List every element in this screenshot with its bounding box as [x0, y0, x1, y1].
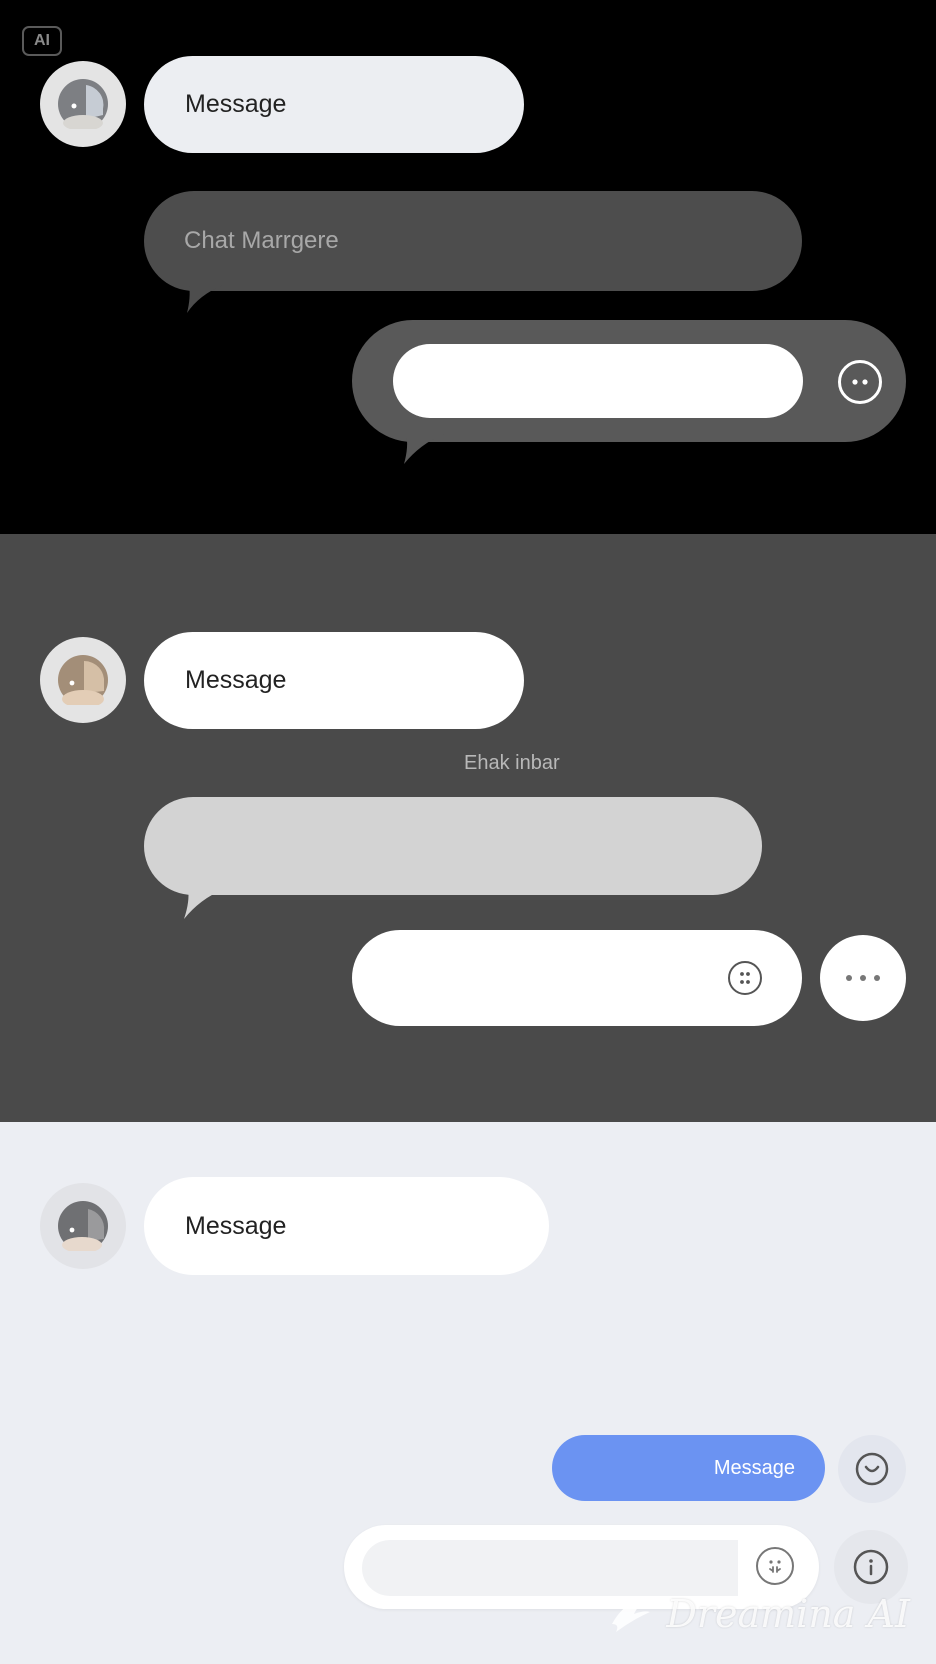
- chat-bubble-text: Chat Marrgere: [184, 227, 339, 254]
- chat-bubble: Chat Marrgere: [144, 191, 802, 291]
- message-input[interactable]: [380, 942, 710, 1014]
- smile-icon: [855, 1452, 889, 1486]
- incoming-bubble: [144, 797, 762, 895]
- message-input[interactable]: [393, 344, 803, 418]
- avatar[interactable]: [40, 637, 126, 723]
- avatar-icon: [58, 655, 108, 705]
- chat-bubble-tail: [187, 285, 223, 313]
- message-label: Message: [185, 90, 287, 118]
- keypad-icon: [740, 972, 750, 984]
- emoji-button[interactable]: [756, 1547, 794, 1585]
- caption-text: Ehak inbar: [464, 752, 560, 774]
- incoming-bubble-tail: [184, 889, 224, 919]
- watermark-logo-icon: [612, 1596, 655, 1632]
- dark-theme-panel: AI Message Chat Marrgere: [0, 0, 936, 534]
- more-options-button[interactable]: [820, 935, 906, 1021]
- light-theme-panel: Message Message Dreamina AI: [0, 1122, 936, 1664]
- emoji-icon: [852, 379, 868, 385]
- ai-badge: AI: [22, 26, 62, 56]
- message-button[interactable]: Message: [144, 56, 524, 153]
- message-input[interactable]: [362, 1540, 738, 1596]
- info-icon: [853, 1549, 889, 1585]
- compose-bar-tail: [404, 434, 444, 464]
- message-button[interactable]: Message: [144, 632, 524, 729]
- avatar-icon: [58, 79, 108, 129]
- keypad-button[interactable]: [728, 961, 762, 995]
- avatar[interactable]: [40, 1183, 126, 1269]
- message-button[interactable]: Message: [144, 1177, 549, 1275]
- gray-theme-panel: Message Ehak inbar: [0, 534, 936, 1122]
- sent-message-text: Message: [713, 1456, 795, 1479]
- emoji-icon: [769, 1560, 781, 1573]
- avatar-icon: [58, 1201, 108, 1251]
- more-icon: [846, 975, 880, 981]
- message-label: Message: [185, 1211, 287, 1240]
- watermark: Dreamina AI: [610, 1592, 910, 1636]
- message-label: Message: [185, 666, 287, 694]
- sent-message-bubble[interactable]: Message: [552, 1435, 825, 1501]
- watermark-text: Dreamina AI: [666, 1592, 910, 1636]
- reaction-button[interactable]: [838, 1435, 906, 1503]
- avatar[interactable]: [40, 61, 126, 147]
- emoji-button[interactable]: [838, 360, 882, 404]
